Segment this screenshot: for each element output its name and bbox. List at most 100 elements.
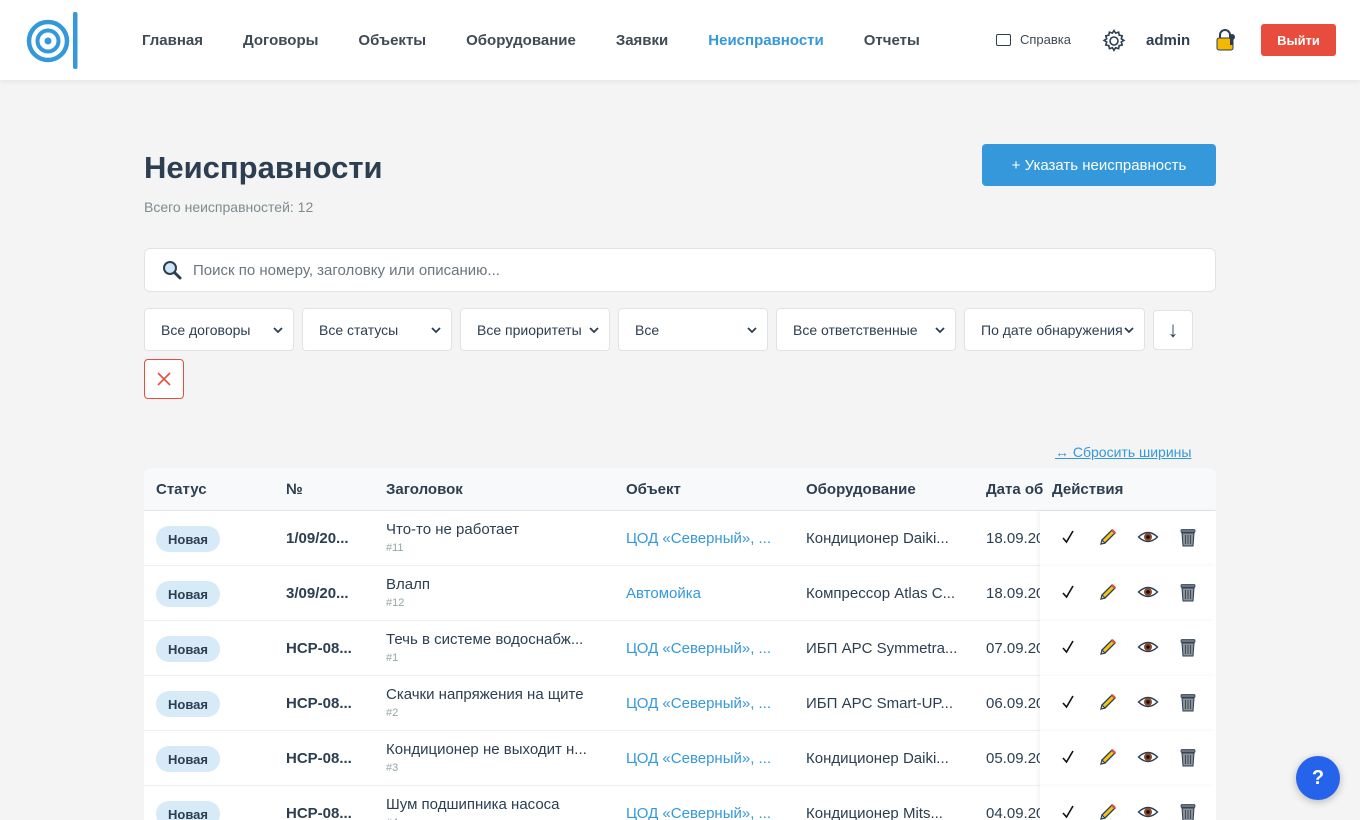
app-logo[interactable] xyxy=(26,12,84,70)
search-bar xyxy=(144,248,1216,292)
check-icon[interactable] xyxy=(1056,580,1080,604)
trash-icon[interactable] xyxy=(1176,690,1200,714)
sort-field-select[interactable]: По дате обнаружения xyxy=(964,308,1145,351)
pencil-icon[interactable] xyxy=(1096,690,1120,714)
priority-filter-select[interactable]: Все приоритеты xyxy=(460,308,610,351)
table-row[interactable]: Новая 1/09/20... Что-то не работает #11 ЦОД … xyxy=(144,511,1216,566)
equipment-name: Кондиционер Daiki... xyxy=(806,530,949,547)
add-fault-button[interactable]: + Указать неисправность xyxy=(982,144,1216,186)
check-icon[interactable] xyxy=(1056,525,1080,549)
nav-item-3[interactable]: Оборудование xyxy=(466,32,576,49)
trash-icon[interactable] xyxy=(1176,525,1200,549)
eye-icon[interactable] xyxy=(1136,525,1160,549)
object-link[interactable]: ЦОД «Северный», ... xyxy=(626,805,776,820)
chevron-down-icon xyxy=(589,326,599,333)
table-header: Статус № Заголовок Объект Оборудование Д… xyxy=(144,468,1216,511)
detection-date: 18.09.20 xyxy=(986,585,1040,602)
object-link[interactable]: Автомойка xyxy=(626,585,776,602)
fault-number: НСР-08... xyxy=(286,805,352,820)
trash-icon[interactable] xyxy=(1176,800,1200,820)
contract-filter-select[interactable]: Все договоры xyxy=(144,308,294,351)
assignee-filter-select[interactable]: Все ответственные xyxy=(776,308,956,351)
trash-icon[interactable] xyxy=(1176,745,1200,769)
nav-item-6[interactable]: Отчеты xyxy=(864,32,920,49)
eye-icon[interactable] xyxy=(1136,635,1160,659)
lock-key-icon[interactable] xyxy=(1215,29,1237,51)
trash-icon[interactable] xyxy=(1176,635,1200,659)
chevron-down-icon xyxy=(431,326,441,333)
nav-item-4[interactable]: Заявки xyxy=(616,32,668,49)
fault-number: НСР-08... xyxy=(286,750,352,767)
check-icon[interactable] xyxy=(1056,690,1080,714)
current-username[interactable]: admin xyxy=(1146,32,1190,49)
reset-column-widths-link[interactable]: ↔ Сбросить ширины xyxy=(1055,444,1191,460)
row-actions xyxy=(1040,676,1216,731)
check-icon[interactable] xyxy=(1056,745,1080,769)
page-title: Неисправности xyxy=(144,150,383,185)
search-icon xyxy=(163,261,182,280)
nav-item-5[interactable]: Неисправности xyxy=(708,32,823,49)
chevron-down-icon xyxy=(747,326,757,333)
chevron-down-icon xyxy=(273,326,283,333)
pencil-icon[interactable] xyxy=(1096,525,1120,549)
detection-date: 04.09.20 xyxy=(986,805,1040,820)
status-badge: Новая xyxy=(156,801,220,820)
table-row[interactable]: Новая НСР-08... Кондиционер не выходит н..… xyxy=(144,731,1216,786)
column-header-status[interactable]: Статус xyxy=(156,481,207,498)
column-header-date[interactable]: Дата об xyxy=(986,481,1046,498)
close-icon xyxy=(157,372,171,386)
fault-number: 3/09/20... xyxy=(286,585,349,602)
type-filter-select[interactable]: Все xyxy=(618,308,768,351)
eye-icon[interactable] xyxy=(1136,800,1160,820)
logout-button[interactable]: Выйти xyxy=(1261,24,1336,56)
column-header-object[interactable]: Объект xyxy=(626,481,681,498)
object-link[interactable]: ЦОД «Северный», ... xyxy=(626,750,776,767)
help-fab-button[interactable]: ? xyxy=(1296,756,1340,800)
fault-id: #12 xyxy=(386,597,405,609)
pencil-icon[interactable] xyxy=(1096,745,1120,769)
column-header-number[interactable]: № xyxy=(286,481,303,498)
fault-title: Что-то не работает xyxy=(386,521,520,538)
nav-item-1[interactable]: Договоры xyxy=(243,32,318,49)
table-row[interactable]: Новая НСР-08... Течь в системе водоснабж..… xyxy=(144,621,1216,676)
gear-icon[interactable] xyxy=(1101,28,1127,54)
row-actions xyxy=(1040,621,1216,676)
pencil-icon[interactable] xyxy=(1096,800,1120,820)
object-link[interactable]: ЦОД «Северный», ... xyxy=(626,640,776,657)
object-link[interactable]: ЦОД «Северный», ... xyxy=(626,695,776,712)
eye-icon[interactable] xyxy=(1136,580,1160,604)
nav-item-0[interactable]: Главная xyxy=(142,32,203,49)
fault-number: НСР-08... xyxy=(286,640,352,657)
eye-icon[interactable] xyxy=(1136,690,1160,714)
table-row[interactable]: Новая НСР-08... Скачки напряжения на щите #… xyxy=(144,676,1216,731)
column-header-title[interactable]: Заголовок xyxy=(386,481,463,498)
fault-title: Шум подшипника насоса xyxy=(386,796,560,813)
clear-filters-button[interactable] xyxy=(144,359,184,399)
table-row[interactable]: НоваяНСР-08...Шум подшипника насоса#4ЦОД… xyxy=(144,786,1216,820)
priority-filter-value: Все приоритеты xyxy=(477,321,582,338)
table-row[interactable]: Новая 3/09/20... Влалп #12 Автомойка Компресс… xyxy=(144,566,1216,621)
search-input[interactable] xyxy=(193,261,1173,279)
type-filter-value: Все xyxy=(635,321,660,338)
assignee-filter-value: Все ответственные xyxy=(793,321,918,338)
object-link[interactable]: ЦОД «Северный», ... xyxy=(626,530,776,547)
fault-number: 1/09/20... xyxy=(286,530,349,547)
detection-date: 06.09.20 xyxy=(986,695,1040,712)
trash-icon[interactable] xyxy=(1176,580,1200,604)
pencil-icon[interactable] xyxy=(1096,580,1120,604)
row-actions xyxy=(1040,786,1216,820)
fault-id: #3 xyxy=(386,762,399,774)
column-header-equipment[interactable]: Оборудование xyxy=(806,481,916,498)
pencil-icon[interactable] xyxy=(1096,635,1120,659)
row-actions xyxy=(1040,566,1216,621)
column-header-actions: Действия xyxy=(1052,481,1124,498)
sort-direction-button[interactable]: ↓ xyxy=(1153,310,1193,350)
status-filter-select[interactable]: Все статусы xyxy=(302,308,452,351)
check-icon[interactable] xyxy=(1056,635,1080,659)
nav-item-2[interactable]: Объекты xyxy=(358,32,426,49)
help-link[interactable]: Справка xyxy=(996,32,1071,47)
check-icon[interactable] xyxy=(1056,800,1080,820)
eye-icon[interactable] xyxy=(1136,745,1160,769)
row-actions xyxy=(1040,511,1216,566)
fault-title: Скачки напряжения на щите xyxy=(386,686,584,703)
